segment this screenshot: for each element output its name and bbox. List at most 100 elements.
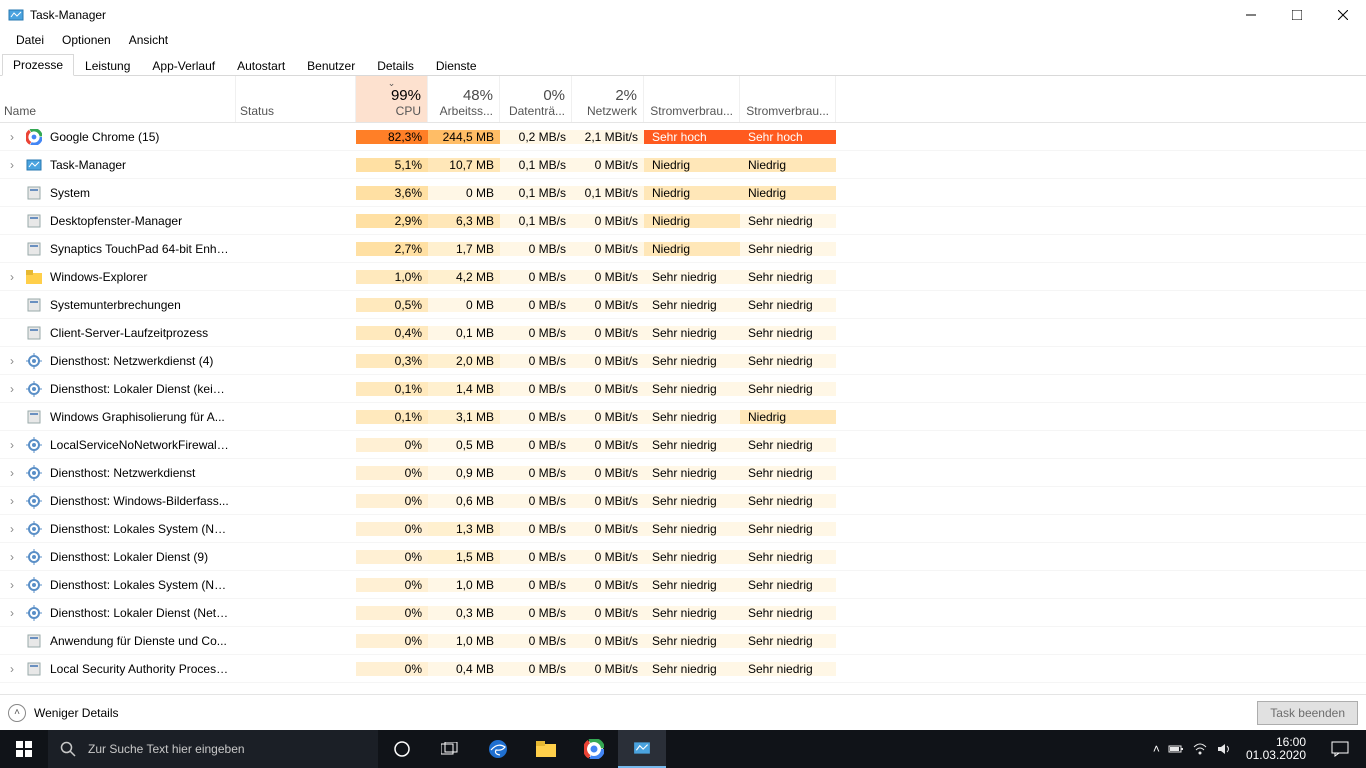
expand-toggle[interactable]: › xyxy=(0,130,24,144)
tab-details[interactable]: Details xyxy=(366,55,425,76)
memory-value: 2,0 MB xyxy=(428,354,500,368)
col-header-name[interactable]: Name xyxy=(0,76,236,122)
table-row[interactable]: ›Local Security Authority Process...0%0,… xyxy=(0,655,1366,683)
power-value: Niedrig xyxy=(644,214,740,228)
disk-value: 0 MB/s xyxy=(500,410,572,424)
cpu-value: 0% xyxy=(356,606,428,620)
memory-value: 0,9 MB xyxy=(428,466,500,480)
table-row[interactable]: System3,6%0 MB0,1 MB/s0,1 MBit/sNiedrigN… xyxy=(0,179,1366,207)
table-row[interactable]: ›Diensthost: Netzwerkdienst (4)0,3%2,0 M… xyxy=(0,347,1366,375)
table-row[interactable]: ›Google Chrome (15)82,3%244,5 MB0,2 MB/s… xyxy=(0,123,1366,151)
col-header-cpu[interactable]: ⌄ 99%CPU xyxy=(356,76,428,122)
memory-value: 4,2 MB xyxy=(428,270,500,284)
table-row[interactable]: ›Diensthost: Lokales System (Net...0%1,3… xyxy=(0,515,1366,543)
taskbar-chrome-icon[interactable] xyxy=(570,730,618,768)
process-name: LocalServiceNoNetworkFirewall ... xyxy=(44,438,236,452)
table-body[interactable]: ›Google Chrome (15)82,3%244,5 MB0,2 MB/s… xyxy=(0,123,1366,694)
expand-toggle[interactable]: › xyxy=(0,522,24,536)
menu-options[interactable]: Optionen xyxy=(54,31,119,49)
cpu-value: 0% xyxy=(356,634,428,648)
tab-services[interactable]: Dienste xyxy=(425,55,488,76)
table-row[interactable]: Systemunterbrechungen0,5%0 MB0 MB/s0 MBi… xyxy=(0,291,1366,319)
network-value: 0 MBit/s xyxy=(572,242,644,256)
expand-toggle[interactable]: › xyxy=(0,270,24,284)
taskbar-cortana-icon[interactable] xyxy=(378,730,426,768)
table-row[interactable]: ›Diensthost: Netzwerkdienst0%0,9 MB0 MB/… xyxy=(0,459,1366,487)
tabs: Prozesse Leistung App-Verlauf Autostart … xyxy=(0,52,1366,76)
tray-wifi-icon[interactable] xyxy=(1192,741,1208,757)
process-name: Diensthost: Windows-Bilderfass... xyxy=(44,494,236,508)
power-trend-value: Sehr hoch xyxy=(740,130,836,144)
taskbar-taskmanager-icon[interactable] xyxy=(618,730,666,768)
taskbar-edge-icon[interactable] xyxy=(474,730,522,768)
network-value: 0,1 MBit/s xyxy=(572,186,644,200)
expand-toggle[interactable]: › xyxy=(0,606,24,620)
expand-toggle[interactable]: › xyxy=(0,662,24,676)
table-row[interactable]: Synaptics TouchPad 64-bit Enha...2,7%1,7… xyxy=(0,235,1366,263)
table-row[interactable]: Anwendung für Dienste und Co...0%1,0 MB0… xyxy=(0,627,1366,655)
minimize-button[interactable] xyxy=(1228,0,1274,30)
power-value: Sehr hoch xyxy=(644,130,740,144)
taskbar-explorer-icon[interactable] xyxy=(522,730,570,768)
fewer-details-button[interactable]: ˄ Weniger Details xyxy=(8,704,118,722)
cpu-value: 0% xyxy=(356,522,428,536)
cpu-value: 0% xyxy=(356,550,428,564)
col-header-memory[interactable]: 48%Arbeitss... xyxy=(428,76,500,122)
table-row[interactable]: ›Task-Manager5,1%10,7 MB0,1 MB/s0 MBit/s… xyxy=(0,151,1366,179)
cpu-value: 2,9% xyxy=(356,214,428,228)
tray-battery-icon[interactable] xyxy=(1168,741,1184,757)
network-value: 0 MBit/s xyxy=(572,522,644,536)
power-value: Niedrig xyxy=(644,242,740,256)
start-button[interactable] xyxy=(0,730,48,768)
power-trend-value: Sehr niedrig xyxy=(740,382,836,396)
tab-app-history[interactable]: App-Verlauf xyxy=(141,55,226,76)
col-header-status[interactable]: Status xyxy=(236,76,356,122)
taskbar-search[interactable]: Zur Suche Text hier eingeben xyxy=(48,730,378,768)
process-name: Windows-Explorer xyxy=(44,270,236,284)
col-header-power-trend[interactable]: Stromverbrau... xyxy=(740,76,836,122)
action-center-icon[interactable] xyxy=(1320,730,1360,768)
col-header-network[interactable]: 2%Netzwerk xyxy=(572,76,644,122)
menu-view[interactable]: Ansicht xyxy=(121,31,176,49)
tab-processes[interactable]: Prozesse xyxy=(2,54,74,76)
table-row[interactable]: ›Diensthost: Lokaler Dienst (9)0%1,5 MB0… xyxy=(0,543,1366,571)
taskbar-clock[interactable]: 16:00 01.03.2020 xyxy=(1240,736,1312,762)
tab-startup[interactable]: Autostart xyxy=(226,55,296,76)
table-row[interactable]: ›LocalServiceNoNetworkFirewall ...0%0,5 … xyxy=(0,431,1366,459)
system-tray: ˄ 16:00 01.03.2020 xyxy=(1153,730,1366,768)
expand-toggle[interactable]: › xyxy=(0,466,24,480)
expand-toggle[interactable]: › xyxy=(0,382,24,396)
tab-users[interactable]: Benutzer xyxy=(296,55,366,76)
power-value: Sehr niedrig xyxy=(644,662,740,676)
maximize-button[interactable] xyxy=(1274,0,1320,30)
power-value: Sehr niedrig xyxy=(644,606,740,620)
col-header-power[interactable]: Stromverbrau... xyxy=(644,76,740,122)
expand-toggle[interactable]: › xyxy=(0,494,24,508)
expand-toggle[interactable]: › xyxy=(0,578,24,592)
expand-toggle[interactable]: › xyxy=(0,550,24,564)
tray-chevron-icon[interactable]: ˄ xyxy=(1153,742,1160,756)
close-button[interactable] xyxy=(1320,0,1366,30)
process-icon xyxy=(24,409,44,425)
col-header-disk[interactable]: 0%Datenträ... xyxy=(500,76,572,122)
table-row[interactable]: Windows Graphisolierung für A...0,1%3,1 … xyxy=(0,403,1366,431)
tray-volume-icon[interactable] xyxy=(1216,741,1232,757)
expand-toggle[interactable]: › xyxy=(0,158,24,172)
table-row[interactable]: ›Diensthost: Lokaler Dienst (Netz...0%0,… xyxy=(0,599,1366,627)
table-row[interactable]: Client-Server-Laufzeitprozess0,4%0,1 MB0… xyxy=(0,319,1366,347)
table-row[interactable]: Desktopfenster-Manager2,9%6,3 MB0,1 MB/s… xyxy=(0,207,1366,235)
power-trend-value: Niedrig xyxy=(740,186,836,200)
expand-toggle[interactable]: › xyxy=(0,438,24,452)
process-name: Diensthost: Lokaler Dienst (Netz... xyxy=(44,606,236,620)
menu-file[interactable]: Datei xyxy=(8,31,52,49)
table-row[interactable]: ›Diensthost: Lokaler Dienst (kein ...0,1… xyxy=(0,375,1366,403)
process-icon xyxy=(24,521,44,537)
tab-performance[interactable]: Leistung xyxy=(74,55,141,76)
process-name: Diensthost: Netzwerkdienst xyxy=(44,466,236,480)
table-row[interactable]: ›Diensthost: Lokales System (Net...0%1,0… xyxy=(0,571,1366,599)
taskbar-taskview-icon[interactable] xyxy=(426,730,474,768)
table-row[interactable]: ›Diensthost: Windows-Bilderfass...0%0,6 … xyxy=(0,487,1366,515)
table-row[interactable]: ›Windows-Explorer1,0%4,2 MB0 MB/s0 MBit/… xyxy=(0,263,1366,291)
expand-toggle[interactable]: › xyxy=(0,354,24,368)
end-task-button[interactable]: Task beenden xyxy=(1257,701,1358,725)
